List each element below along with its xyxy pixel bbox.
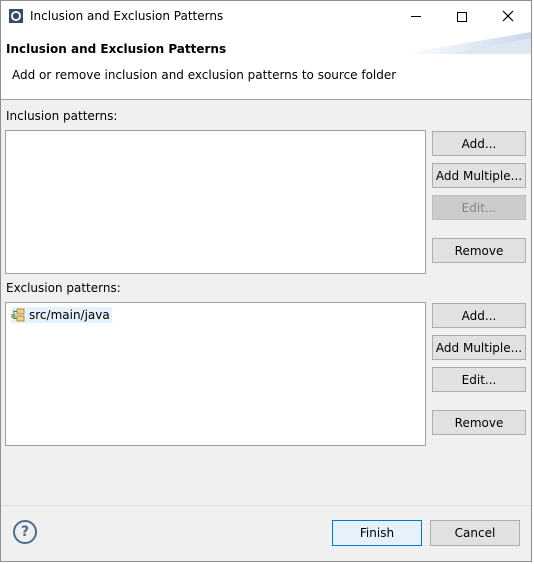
maximize-button[interactable] — [439, 1, 485, 32]
window-title: Inclusion and Exclusion Patterns — [30, 9, 224, 23]
dialog: Inclusion and Exclusion Patterns Inclusi… — [0, 0, 532, 562]
footer-separator — [1, 505, 531, 506]
minimize-icon — [411, 16, 421, 17]
package-folder-icon — [11, 307, 27, 323]
inclusion-edit-button[interactable]: Edit... — [432, 195, 526, 220]
exclusion-patterns-list[interactable]: src/main/java — [5, 302, 426, 446]
finish-button[interactable]: Finish — [332, 520, 422, 546]
inclusion-patterns-label: Inclusion patterns: — [6, 109, 118, 123]
exclusion-add-button[interactable]: Add... — [432, 303, 526, 328]
inclusion-add-button[interactable]: Add... — [432, 131, 526, 156]
title-bar: Inclusion and Exclusion Patterns — [1, 1, 531, 32]
exclusion-remove-button[interactable]: Remove — [432, 410, 526, 435]
page-title: Inclusion and Exclusion Patterns — [6, 42, 227, 56]
cancel-button[interactable]: Cancel — [430, 520, 520, 546]
wizard-header: Inclusion and Exclusion Patterns Add or … — [1, 32, 531, 100]
inclusion-patterns-list[interactable] — [5, 130, 426, 274]
inclusion-add-multiple-button[interactable]: Add Multiple... — [432, 163, 526, 188]
exclusion-patterns-label: Exclusion patterns: — [6, 281, 121, 295]
close-button[interactable] — [485, 1, 531, 32]
list-item[interactable]: src/main/java — [11, 307, 112, 323]
exclusion-add-multiple-button[interactable]: Add Multiple... — [432, 335, 526, 360]
list-item-label: src/main/java — [29, 308, 110, 322]
help-icon[interactable]: ? — [13, 520, 37, 544]
minimize-button[interactable] — [393, 1, 439, 32]
exclusion-edit-button[interactable]: Edit... — [432, 367, 526, 392]
header-banner-graphic — [401, 32, 531, 54]
maximize-icon — [457, 11, 467, 22]
close-icon — [502, 7, 514, 26]
eclipse-app-icon — [8, 8, 24, 24]
page-description: Add or remove inclusion and exclusion pa… — [12, 68, 397, 82]
inclusion-remove-button[interactable]: Remove — [432, 238, 526, 263]
